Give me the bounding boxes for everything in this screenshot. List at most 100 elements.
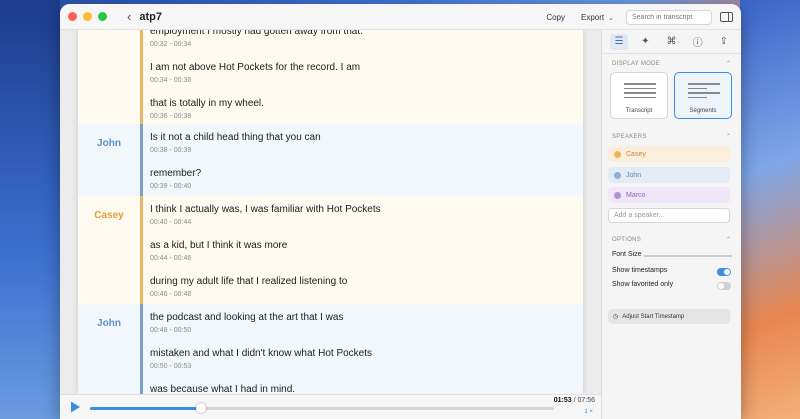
segment[interactable]: that is totally in my wheel. 00:36 - 00:… bbox=[150, 98, 570, 120]
toggle-thumb bbox=[718, 283, 724, 289]
speaker-item-label: Marco bbox=[626, 191, 646, 199]
segment-text: mistaken and what I didn't know what Hot… bbox=[150, 348, 373, 359]
titlebar: ‹ atp7 Copy Export ⌄ bbox=[60, 4, 741, 30]
speaker-item-casey[interactable]: Casey bbox=[608, 146, 730, 162]
speaker-item-label: Casey bbox=[626, 150, 646, 158]
speaker-color-bar bbox=[140, 124, 143, 196]
current-time: 01:53 bbox=[553, 397, 572, 404]
playback-progress bbox=[90, 407, 202, 410]
chevron-up-icon[interactable]: ⌃ bbox=[726, 60, 731, 67]
speaker-item-marco[interactable]: Marco bbox=[608, 187, 730, 203]
tab-display-icon[interactable]: ☰ bbox=[610, 33, 629, 50]
segment[interactable]: during my adult life that I realized lis… bbox=[150, 276, 570, 298]
speaker-name[interactable]: John bbox=[78, 318, 140, 329]
segment-text: that is totally in my wheel. bbox=[150, 98, 264, 109]
search-input[interactable] bbox=[626, 9, 712, 25]
speaker-name[interactable]: Casey bbox=[78, 210, 140, 221]
export-button[interactable]: Export ⌄ bbox=[577, 11, 618, 24]
transcript-area: employment I mostly had gotten away from… bbox=[60, 30, 601, 394]
segment-text: remember? bbox=[150, 168, 202, 179]
segment[interactable]: mistaken and what I didn't know what Hot… bbox=[150, 348, 570, 370]
show-timestamps-label: Show timestamps bbox=[612, 267, 668, 274]
play-icon[interactable] bbox=[68, 400, 82, 414]
segment-time: 00:39 - 00:40 bbox=[150, 183, 192, 190]
scrubber-knob[interactable] bbox=[196, 403, 207, 413]
copy-button[interactable]: Copy bbox=[542, 11, 569, 24]
speaker-color-bar bbox=[140, 304, 143, 394]
desktop-wallpaper-right bbox=[740, 0, 800, 419]
desktop-wallpaper-left bbox=[0, 0, 60, 419]
app-window: ‹ atp7 Copy Export⌄ employment I mostly … bbox=[60, 4, 741, 419]
font-size-label: Font Size bbox=[612, 251, 642, 258]
segment-text: was because what I had in mind. bbox=[150, 384, 296, 394]
speaker-item-john[interactable]: John bbox=[608, 167, 730, 183]
speaker-name[interactable]: John bbox=[78, 138, 140, 149]
window-title: atp7 bbox=[139, 10, 162, 23]
segment-time: 00:38 - 00:39 bbox=[150, 147, 192, 154]
segment-time: 00:48 - 00:50 bbox=[150, 327, 192, 334]
window-controls bbox=[68, 12, 107, 21]
show-timestamps-toggle[interactable] bbox=[717, 268, 731, 276]
tab-share-icon[interactable]: ⇪ bbox=[715, 34, 733, 50]
chevron-down-icon: ⌄ bbox=[608, 14, 614, 22]
speaker-block: John Is it not a child head thing that y… bbox=[78, 124, 583, 196]
tab-translate-icon[interactable]: ⌘ bbox=[662, 34, 680, 50]
speakers-heading: SPEAKERS bbox=[612, 134, 647, 140]
tab-magic-icon[interactable]: ✦ bbox=[636, 34, 654, 50]
mode-transcript-option[interactable]: Transcript bbox=[610, 72, 668, 119]
segment-time: 00:32 - 00:34 bbox=[150, 41, 192, 48]
segment[interactable]: was because what I had in mind. bbox=[150, 384, 570, 394]
transcript-lines-icon bbox=[624, 83, 656, 101]
back-chevron-icon[interactable]: ‹ bbox=[127, 9, 131, 24]
speaker-block: John the podcast and looking at the art … bbox=[78, 304, 583, 394]
font-size-slider[interactable] bbox=[644, 255, 732, 257]
chevron-up-icon[interactable]: ⌃ bbox=[726, 133, 731, 140]
speaker-color-dot bbox=[614, 150, 621, 158]
segment-text: employment I mostly had gotten away from… bbox=[150, 30, 363, 37]
segment[interactable]: Is it not a child head thing that you ca… bbox=[150, 132, 570, 154]
segment[interactable]: the podcast and looking at the art that … bbox=[150, 312, 570, 334]
mode-segments-option[interactable]: Segments bbox=[674, 72, 732, 119]
segment[interactable]: I am not above Hot Pockets for the recor… bbox=[150, 62, 570, 84]
segment-time: 00:44 - 00:46 bbox=[150, 255, 192, 262]
mode-segments-label: Segments bbox=[689, 108, 717, 114]
segment[interactable]: I think I actually was, I was familiar w… bbox=[150, 204, 570, 226]
display-mode-heading: DISPLAY MODE bbox=[612, 61, 661, 67]
sidebar-toggle-icon[interactable] bbox=[720, 12, 733, 22]
add-speaker-input[interactable]: Add a speaker... bbox=[608, 208, 730, 223]
segment-text: Is it not a child head thing that you ca… bbox=[150, 132, 321, 143]
audio-player: 01:53 / 07:56 1 × bbox=[60, 394, 601, 419]
segment-text: the podcast and looking at the art that … bbox=[150, 312, 344, 323]
speaker-item-label: John bbox=[626, 171, 642, 179]
tab-info-icon[interactable]: ⓘ bbox=[689, 34, 707, 50]
sidebar-tabs: ☰ ✦ ⌘ ⓘ ⇪ bbox=[602, 30, 741, 54]
show-favorited-toggle[interactable] bbox=[717, 282, 731, 290]
zoom-window-button[interactable] bbox=[98, 12, 107, 21]
segment-text: I am not above Hot Pockets for the recor… bbox=[150, 62, 361, 73]
close-window-button[interactable] bbox=[68, 12, 77, 21]
minimize-window-button[interactable] bbox=[83, 12, 92, 21]
adjust-label: Adjust Start Timestamp bbox=[622, 313, 685, 320]
inspector-sidebar: ☰ ✦ ⌘ ⓘ ⇪ DISPLAY MODE ⌃ Transcript Segm… bbox=[601, 30, 741, 419]
segment[interactable]: remember? 00:39 - 00:40 bbox=[150, 168, 570, 190]
segment[interactable]: employment I mostly had gotten away from… bbox=[150, 30, 570, 48]
playback-rate[interactable]: 1 × bbox=[584, 409, 593, 415]
segment-text: as a kid, but I think it was more bbox=[150, 240, 288, 251]
options-heading: OPTIONS bbox=[612, 237, 642, 243]
transcript-page: employment I mostly had gotten away from… bbox=[78, 30, 583, 394]
mode-transcript-label: Transcript bbox=[625, 108, 653, 114]
segment[interactable]: as a kid, but I think it was more 00:44 … bbox=[150, 240, 570, 262]
speaker-block: Casey I think I actually was, I was fami… bbox=[78, 196, 583, 304]
segment-time: 00:46 - 00:48 bbox=[150, 291, 192, 298]
segment-time: 00:40 - 00:44 bbox=[150, 219, 192, 226]
adjust-start-timestamp-button[interactable]: ◷ Adjust Start Timestamp bbox=[608, 309, 730, 324]
segments-lines-icon bbox=[688, 83, 720, 101]
chevron-up-icon[interactable]: ⌃ bbox=[726, 236, 731, 243]
segment-time: 00:34 - 00:36 bbox=[150, 77, 192, 84]
segment-time: 00:50 - 00:53 bbox=[150, 363, 192, 370]
time-readout: 01:53 / 07:56 bbox=[553, 397, 595, 404]
clock-icon: ◷ bbox=[613, 314, 619, 320]
playback-scrubber[interactable] bbox=[90, 403, 554, 413]
segment-text: I think I actually was, I was familiar w… bbox=[150, 204, 381, 215]
total-time: 07:56 bbox=[577, 397, 595, 404]
